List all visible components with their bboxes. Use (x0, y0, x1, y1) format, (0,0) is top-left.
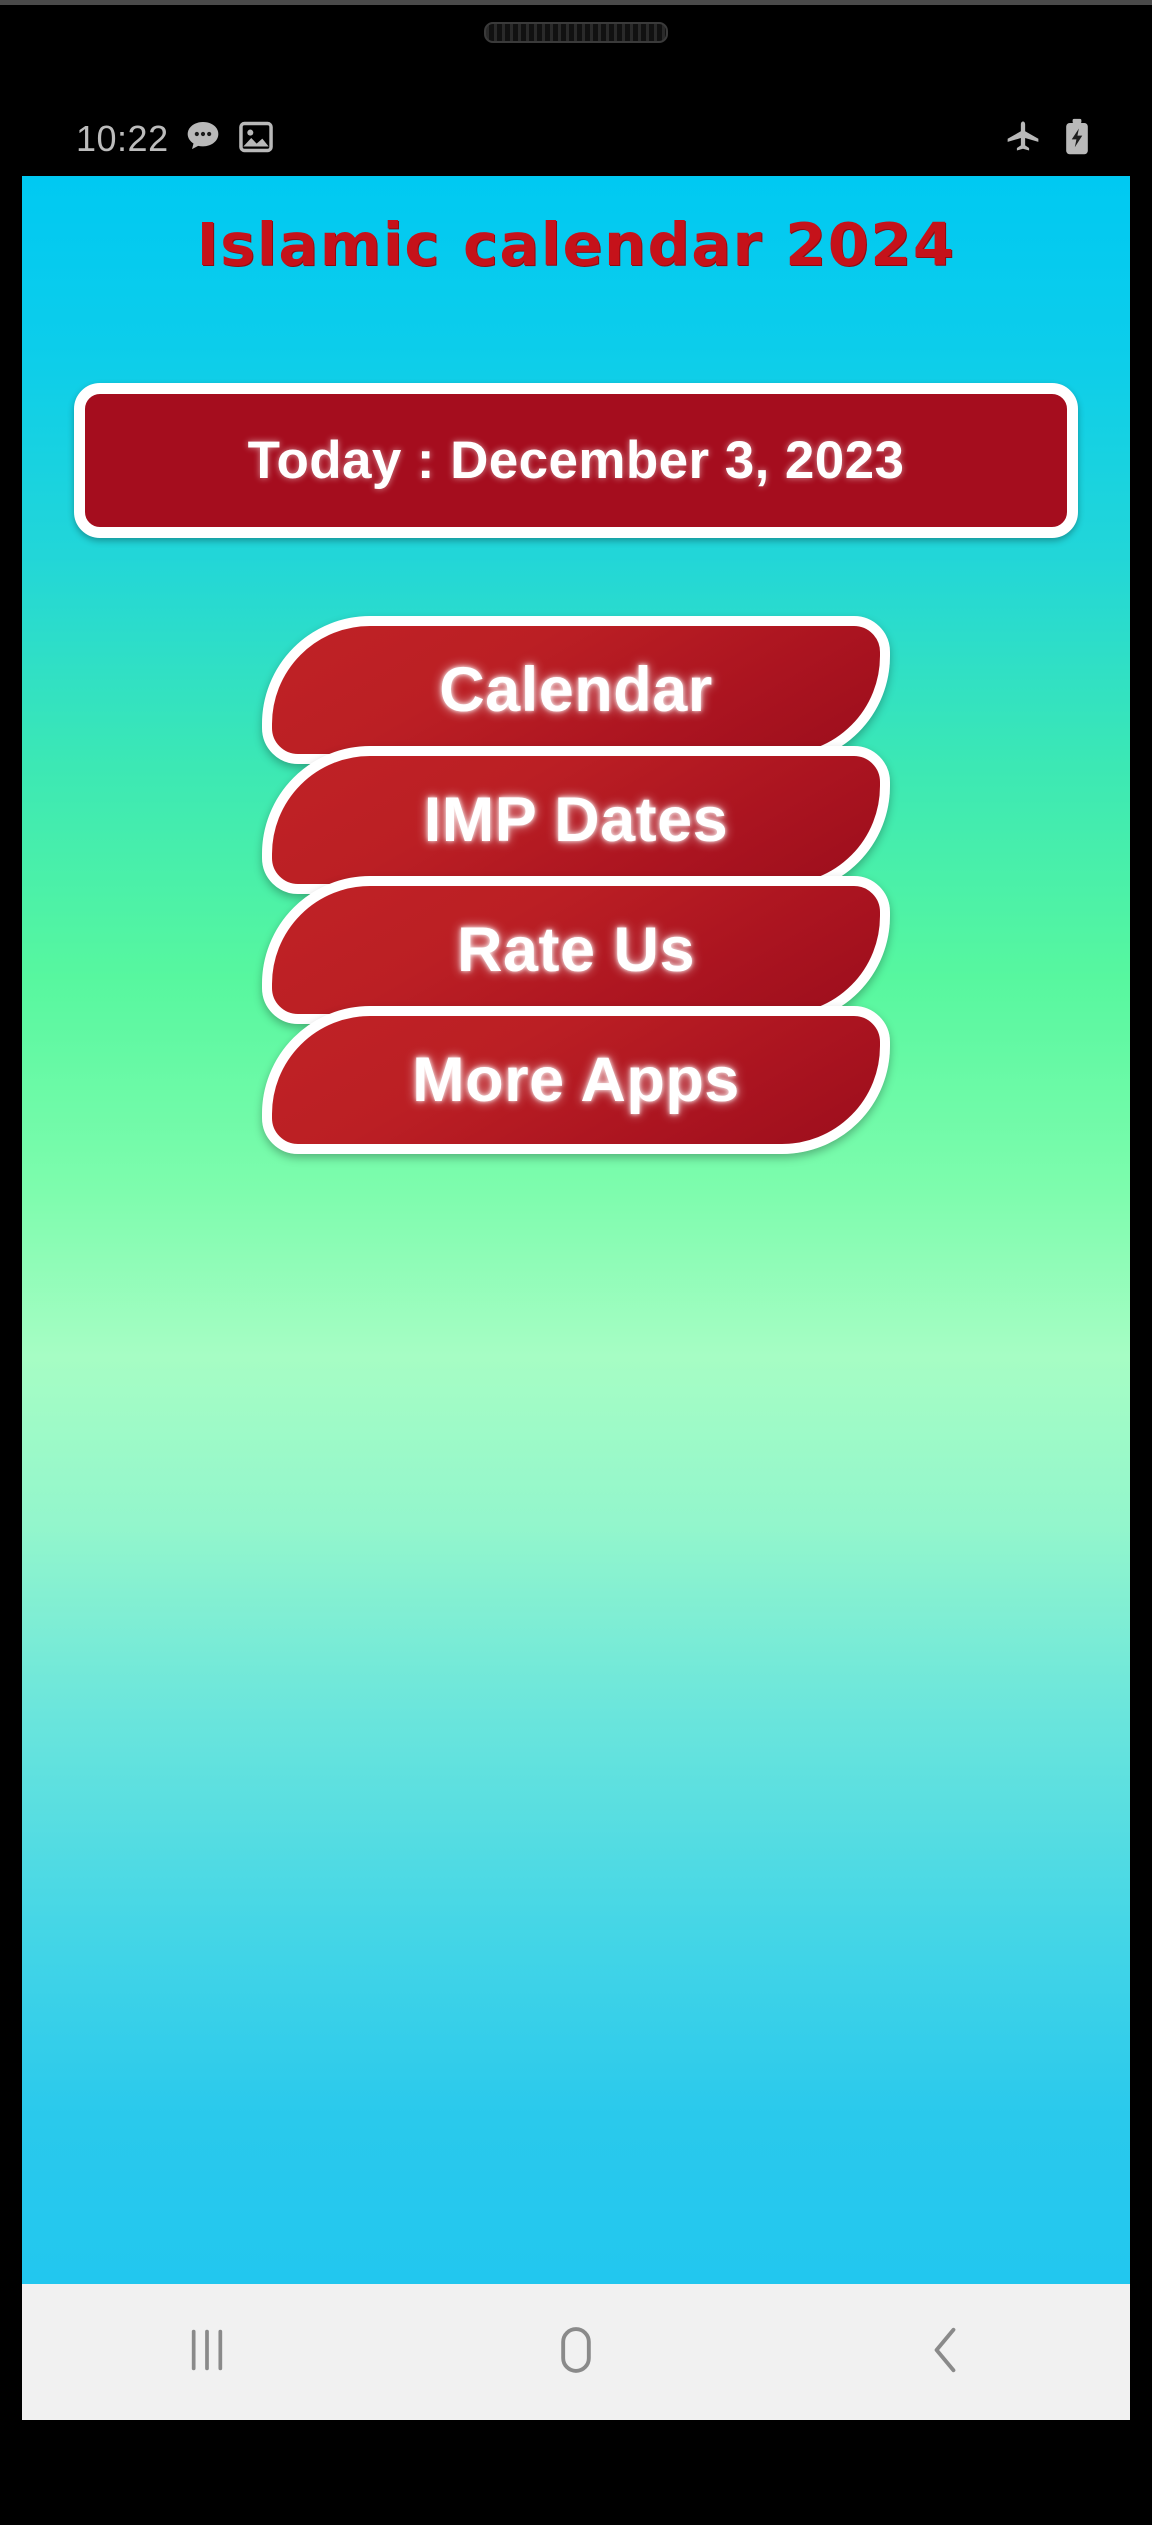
page-title: Islamic calendar 2024 (196, 210, 956, 279)
system-navigation-bar (22, 2284, 1130, 2420)
bezel-top-edge (0, 0, 1152, 5)
calendar-button-label: Calendar (439, 655, 713, 725)
messages-icon (183, 117, 223, 162)
app-screen: Islamic calendar 2024 Today : December 3… (22, 176, 1130, 2420)
recents-icon (184, 2323, 230, 2382)
more-apps-button-label: More Apps (412, 1045, 740, 1115)
calendar-button[interactable]: Calendar (262, 616, 890, 764)
more-apps-button[interactable]: More Apps (262, 1006, 890, 1154)
back-icon (922, 2323, 968, 2382)
today-date-banner[interactable]: Today : December 3, 2023 (74, 383, 1078, 538)
button-row-more-apps: More Apps (22, 1006, 1130, 1154)
imp-dates-button-label: IMP Dates (423, 785, 729, 855)
back-button[interactable] (761, 2284, 1130, 2420)
rate-us-button-label: Rate Us (456, 915, 696, 985)
earpiece-speaker-icon (484, 22, 668, 43)
status-bar: 10:22 (0, 108, 1152, 170)
status-bar-right-group (1004, 118, 1094, 161)
button-row-calendar: Calendar (22, 616, 1130, 764)
battery-charging-icon (1060, 118, 1094, 161)
today-date-label: Today : December 3, 2023 (247, 431, 905, 490)
airplane-mode-icon (1004, 118, 1042, 161)
gallery-icon (237, 118, 275, 161)
home-icon (553, 2323, 599, 2382)
home-button[interactable] (391, 2284, 760, 2420)
status-bar-clock: 10:22 (76, 118, 169, 159)
rate-us-button[interactable]: Rate Us (262, 876, 890, 1024)
status-bar-left-group: 10:22 (76, 117, 275, 162)
recents-button[interactable] (22, 2284, 391, 2420)
imp-dates-button[interactable]: IMP Dates (262, 746, 890, 894)
button-row-rate-us: Rate Us (22, 876, 1130, 1024)
app-background: Islamic calendar 2024 Today : December 3… (22, 176, 1130, 2284)
button-row-imp-dates: IMP Dates (22, 746, 1130, 894)
phone-device-frame: 10:22 Islamic calendar 2024 Today: Dece… (0, 0, 1152, 2525)
